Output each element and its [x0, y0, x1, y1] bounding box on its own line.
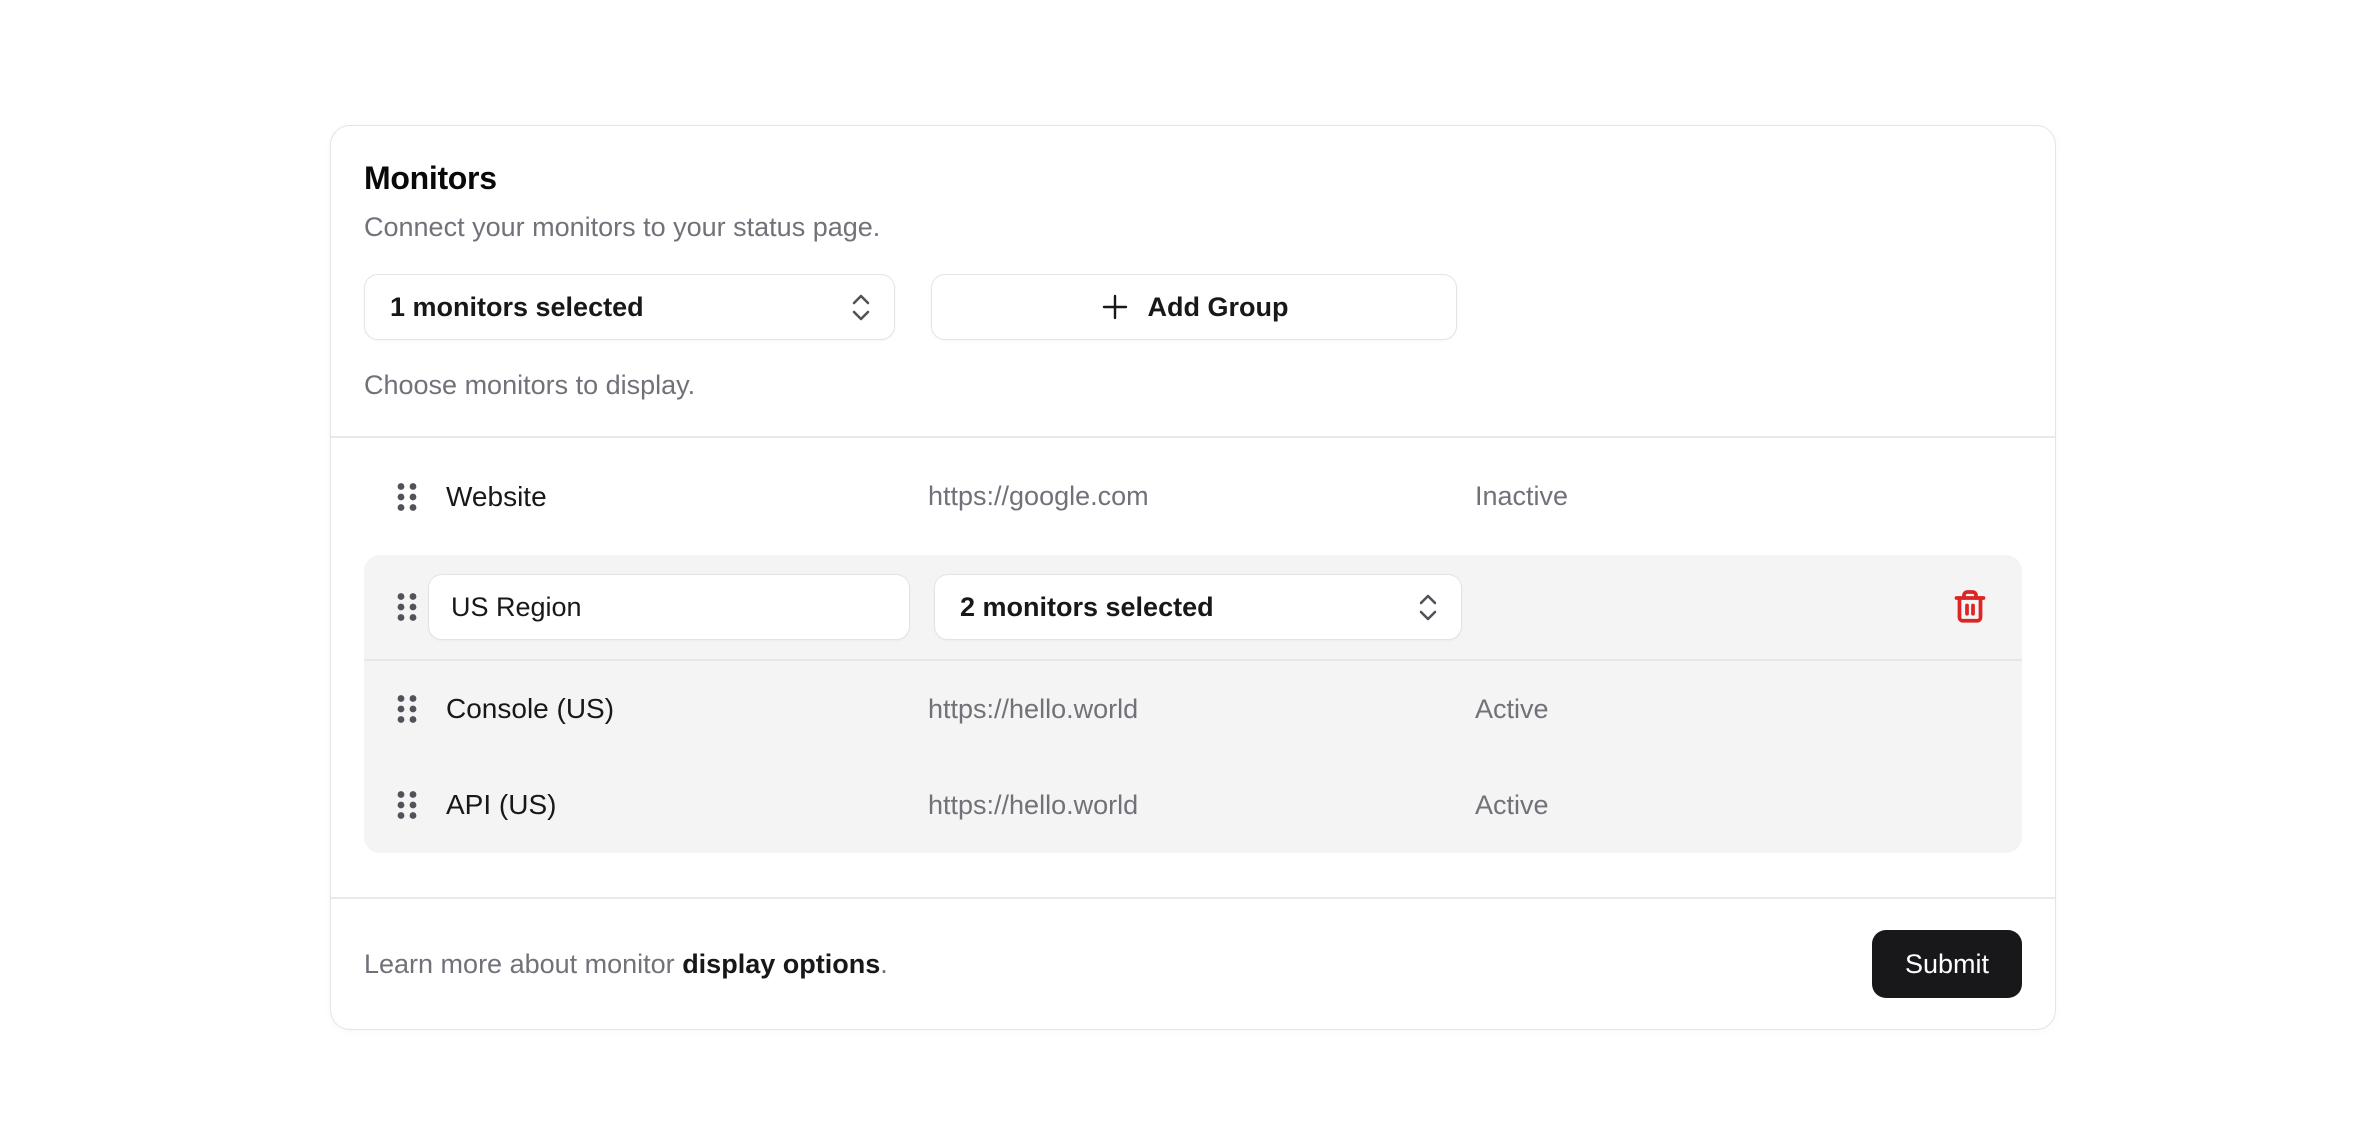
footer-text-suffix: . — [880, 949, 888, 979]
monitor-group: 2 monitors selected — [364, 555, 2022, 853]
monitor-row-api-us: API (US) https://hello.world Active — [364, 757, 2022, 853]
group-name-input[interactable] — [428, 574, 910, 640]
group-monitors-select[interactable]: 2 monitors selected — [934, 574, 1462, 640]
monitor-list: Website https://google.com Inactive 2 mo… — [331, 438, 2055, 897]
drag-handle-dots-icon[interactable] — [396, 789, 420, 821]
monitor-name: Console (US) — [446, 693, 928, 725]
monitor-status-badge: Inactive — [1475, 481, 2022, 512]
card-header: Monitors Connect your monitors to your s… — [331, 126, 2055, 436]
helper-text: Choose monitors to display. — [364, 368, 2022, 402]
monitor-status-badge: Active — [1475, 694, 2022, 725]
display-options-link[interactable]: display options — [682, 949, 880, 979]
submit-button[interactable]: Submit — [1872, 930, 2022, 998]
monitor-row-website: Website https://google.com Inactive — [364, 438, 2022, 555]
monitors-select-value: 1 monitors selected — [390, 292, 644, 323]
drag-handle-dots-icon[interactable] — [396, 591, 420, 623]
page-title: Monitors — [364, 158, 2022, 198]
unfold-chevron-icon — [848, 292, 874, 323]
footer-text-prefix: Learn more about monitor — [364, 949, 682, 979]
footer-text: Learn more about monitor display options… — [364, 949, 888, 980]
delete-group-button[interactable] — [1948, 585, 1992, 629]
drag-handle-dots-icon[interactable] — [396, 481, 420, 513]
group-monitors-select-value: 2 monitors selected — [960, 592, 1214, 623]
monitors-card: Monitors Connect your monitors to your s… — [330, 125, 2056, 1030]
group-header-row: 2 monitors selected — [364, 555, 2022, 659]
card-footer: Learn more about monitor display options… — [331, 899, 2055, 1029]
controls-row: 1 monitors selected Add Group — [364, 274, 2022, 340]
monitor-url: https://google.com — [928, 481, 1475, 512]
drag-handle-dots-icon[interactable] — [396, 693, 420, 725]
page-subtitle: Connect your monitors to your status pag… — [364, 210, 2022, 244]
monitor-url: https://hello.world — [928, 790, 1475, 821]
unfold-chevron-icon — [1415, 592, 1441, 623]
monitor-url: https://hello.world — [928, 694, 1475, 725]
plus-icon — [1100, 292, 1130, 322]
monitors-select[interactable]: 1 monitors selected — [364, 274, 895, 340]
monitor-name: Website — [446, 481, 928, 513]
monitor-status-badge: Active — [1475, 790, 2022, 821]
add-group-label: Add Group — [1148, 292, 1289, 323]
add-group-button[interactable]: Add Group — [931, 274, 1457, 340]
monitor-name: API (US) — [446, 789, 928, 821]
monitor-row-console-us: Console (US) https://hello.world Active — [364, 661, 2022, 757]
trash-icon — [1952, 589, 1988, 625]
